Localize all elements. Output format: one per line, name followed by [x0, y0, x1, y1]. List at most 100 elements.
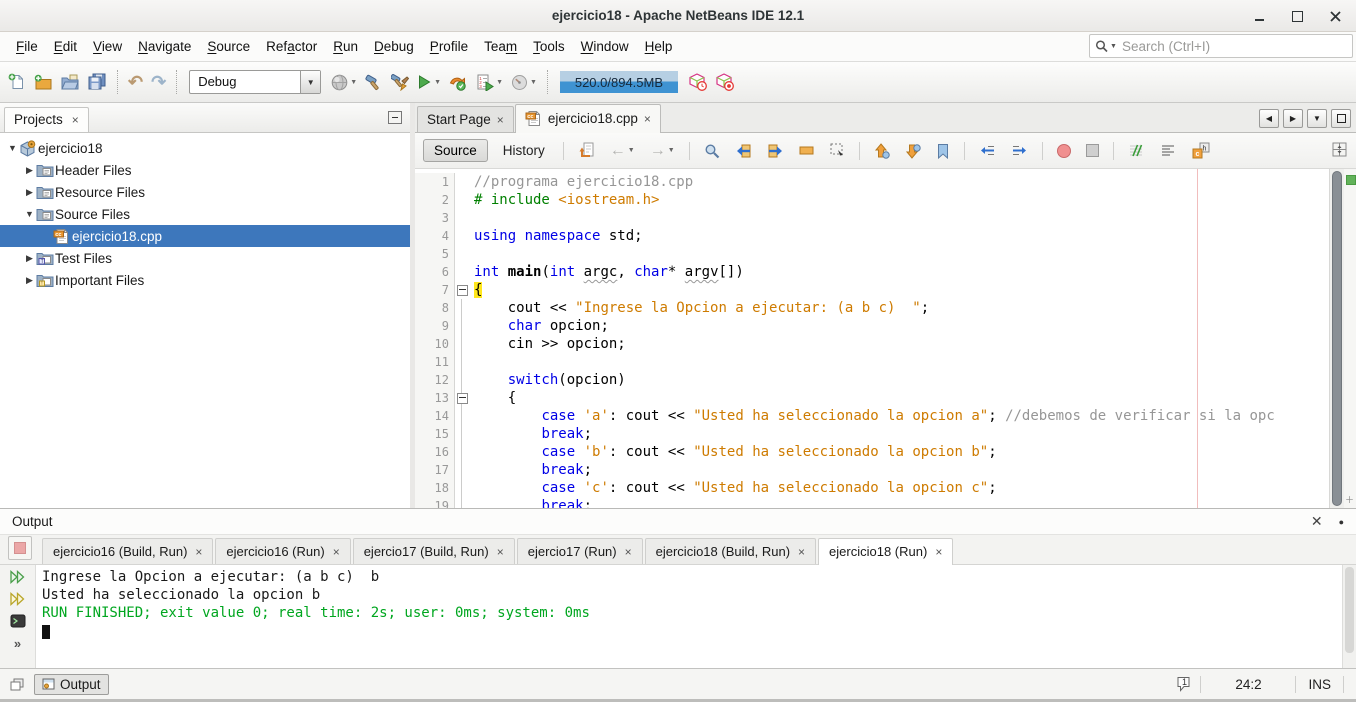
menu-source[interactable]: Source [199, 35, 258, 58]
menu-refactor[interactable]: Refactor [258, 35, 325, 58]
code-line-15[interactable]: 15 break; [415, 425, 1356, 443]
output-tab-ejercicio18-build-run-[interactable]: ejercicio18 (Build, Run)× [645, 538, 816, 564]
close-window-icon[interactable] [1328, 9, 1342, 23]
code-line-16[interactable]: 16 case 'b': cout << "Usted ha seleccion… [415, 443, 1356, 461]
min-window-icon[interactable] [1252, 9, 1266, 23]
close-tab-icon[interactable]: × [195, 547, 202, 557]
error-stripe[interactable]: ＋ [1344, 169, 1356, 508]
code-line-10[interactable]: 10 cin >> opcion; [415, 335, 1356, 353]
globe-icon[interactable]: ▼ [327, 71, 361, 94]
code-line-3[interactable]: 3 [415, 209, 1356, 227]
scrollbar-thumb[interactable] [1332, 171, 1342, 506]
editor-tab-start-page[interactable]: Start Page× [417, 106, 514, 132]
code-line-17[interactable]: 17 break; [415, 461, 1356, 479]
rerun-mod-icon[interactable] [9, 592, 26, 606]
run-icon[interactable]: ▼ [413, 71, 445, 93]
find-icon[interactable] [700, 140, 724, 162]
output-scrollbar-thumb[interactable] [1345, 567, 1354, 653]
highlight-icon[interactable] [795, 140, 819, 161]
fold-marker[interactable] [455, 281, 470, 299]
bm-next-icon[interactable] [901, 140, 925, 162]
debug-run-icon[interactable] [445, 71, 472, 94]
history-view-button[interactable]: History [495, 140, 553, 161]
code-line-6[interactable]: 6int main(int argc, char* argv[]) [415, 263, 1356, 281]
clean-build-icon[interactable] [387, 71, 413, 94]
editor-tab-ejercicio18.cpp[interactable]: ccejercicio18.cpp× [515, 104, 661, 133]
tree-item-source-files[interactable]: ▼Source Files [0, 203, 410, 225]
expand-icon[interactable]: » [14, 636, 21, 651]
combobox-arrow-icon[interactable]: ▼ [300, 71, 320, 93]
output-window-button[interactable]: Output [34, 674, 109, 695]
redo-icon[interactable]: ↷ [147, 71, 170, 93]
menu-debug[interactable]: Debug [366, 35, 422, 58]
close-tab-icon[interactable]: × [798, 547, 805, 557]
scroll-tabs-left-button[interactable]: ◀ [1259, 109, 1279, 128]
close-tab-icon[interactable]: × [644, 114, 651, 124]
console-output[interactable]: Ingrese la Opcion a ejecutar: (a b c) bU… [36, 565, 1342, 668]
find-next-icon[interactable] [763, 140, 788, 162]
code-line-11[interactable]: 11 [415, 353, 1356, 371]
rect-select-icon[interactable] [826, 140, 849, 161]
show-opened-documents-button[interactable]: ▼ [1307, 109, 1327, 128]
output-tab-ejercicio18-run-[interactable]: ejercicio18 (Run)× [818, 538, 953, 565]
menu-help[interactable]: Help [637, 35, 681, 58]
scroll-tabs-right-button[interactable]: ▶ [1283, 109, 1303, 128]
macro-stop-icon[interactable] [1082, 141, 1103, 160]
menu-tools[interactable]: Tools [525, 35, 573, 58]
dock-window-icon[interactable] [10, 678, 24, 691]
terminal-icon[interactable] [10, 614, 26, 628]
tree-item-important-files[interactable]: ▶!Important Files [0, 269, 410, 291]
expand-icon[interactable]: ▶ [23, 165, 36, 176]
output-tab-ejercio17-run-[interactable]: ejercio17 (Run)× [517, 538, 643, 564]
rerun-icon[interactable] [9, 570, 26, 584]
bm-toggle-icon[interactable] [932, 140, 954, 162]
close-tab-icon[interactable]: × [625, 547, 632, 557]
code-line-14[interactable]: 14 case 'a': cout << "Usted ha seleccion… [415, 407, 1356, 425]
menu-navigate[interactable]: Navigate [130, 35, 199, 58]
close-output-icon[interactable]: ✕ [1311, 513, 1323, 530]
source-view-button[interactable]: Source [423, 139, 488, 162]
notifications-icon[interactable]: 1 [1175, 676, 1192, 692]
output-scrollbar[interactable] [1342, 565, 1356, 668]
memory-usage-indicator[interactable]: 520.0/894.5MB [560, 71, 678, 93]
close-projects-icon[interactable]: × [72, 115, 79, 125]
menu-window[interactable]: Window [573, 35, 637, 58]
code-line-9[interactable]: 9 char opcion; [415, 317, 1356, 335]
bm-prev-icon[interactable] [870, 140, 894, 162]
code-line-2[interactable]: 2# include <iostream.h> [415, 191, 1356, 209]
output-tab-ejercio17-build-run-[interactable]: ejercio17 (Build, Run)× [353, 538, 515, 564]
max-window-icon[interactable] [1290, 9, 1304, 23]
minimize-panel-icon[interactable] [388, 111, 402, 124]
code-line-8[interactable]: 8 cout << "Ingrese la Opcion a ejecutar:… [415, 299, 1356, 317]
menu-file[interactable]: File [8, 35, 46, 58]
gauge-icon[interactable]: ▼ [507, 71, 541, 94]
last-edit-icon[interactable] [574, 139, 599, 162]
shift-left-icon[interactable] [975, 140, 1000, 161]
collapse-icon[interactable]: ▼ [6, 143, 19, 153]
profile-run-icon[interactable]: 123▼ [472, 71, 507, 94]
search-icon[interactable]: ▼ [1090, 39, 1120, 53]
forward-icon[interactable]: →▼ [646, 140, 679, 162]
expand-icon[interactable]: ▶ [23, 253, 36, 264]
find-prev-icon[interactable] [731, 140, 756, 162]
code-line-18[interactable]: 18 case 'c': cout << "Usted ha seleccion… [415, 479, 1356, 497]
code-line-7[interactable]: 7{ [415, 281, 1356, 299]
stop-run-button[interactable] [8, 536, 32, 560]
tree-item-ejercicio18.cpp[interactable]: ccejercicio18.cpp [0, 225, 410, 247]
tree-item-resource-files[interactable]: ▶Resource Files [0, 181, 410, 203]
code-line-13[interactable]: 13 { [415, 389, 1356, 407]
menu-run[interactable]: Run [325, 35, 366, 58]
macro-rec-icon[interactable] [1053, 141, 1075, 161]
new-file-icon[interactable] [4, 70, 30, 94]
expand-icon[interactable]: ▶ [23, 187, 36, 198]
search-box[interactable]: ▼ [1089, 34, 1353, 58]
code-line-19[interactable]: 19 break; [415, 497, 1356, 508]
open-project-icon[interactable] [57, 71, 84, 94]
output-tab-ejercicio16-run-[interactable]: ejercicio16 (Run)× [215, 538, 350, 564]
tree-item-header-files[interactable]: ▶Header Files [0, 159, 410, 181]
build-icon[interactable] [361, 71, 387, 94]
code-line-1[interactable]: 1//programa ejercicio18.cpp [415, 173, 1356, 191]
code-line-4[interactable]: 4using namespace std; [415, 227, 1356, 245]
code-editor[interactable]: 1//programa ejercicio18.cpp2# include <i… [415, 169, 1356, 508]
code-line-5[interactable]: 5 [415, 245, 1356, 263]
